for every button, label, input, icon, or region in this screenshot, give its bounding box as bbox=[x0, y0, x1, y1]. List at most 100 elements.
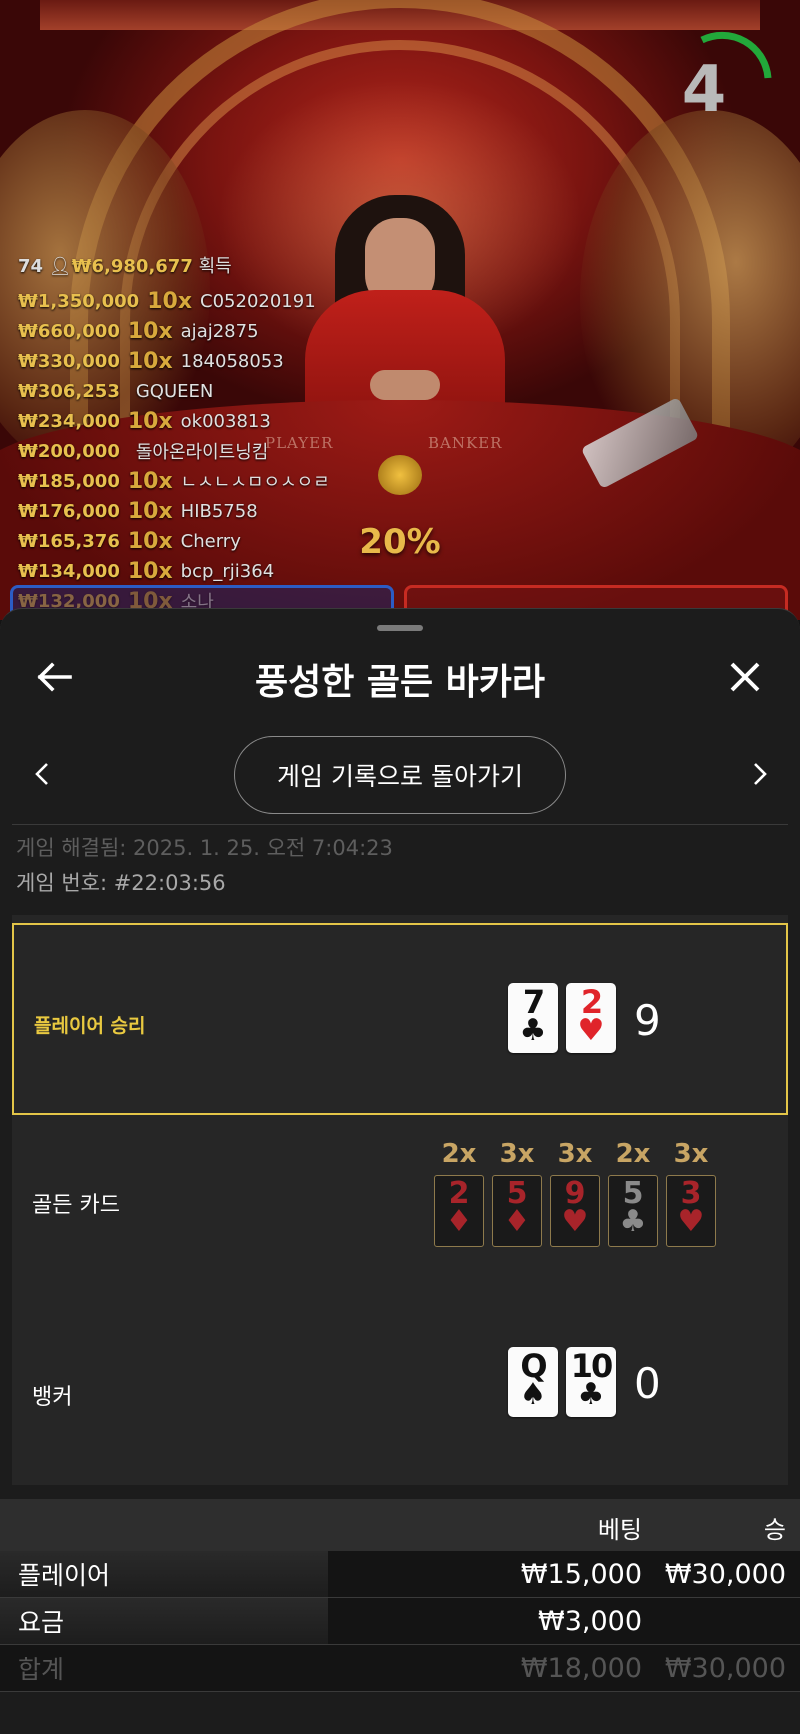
golden-multiplier: 2x bbox=[615, 1139, 651, 1169]
golden-cards-label: 골든 카드 bbox=[32, 1193, 120, 1218]
winners-list: ₩1,350,000 10x C052020191 ₩660,000 10x ajaj2… bbox=[18, 286, 330, 616]
winner-user: bcp_rji364 bbox=[180, 560, 275, 582]
winners-summary: 74 👤︎₩6,980,677 획득 bbox=[18, 252, 232, 278]
player-result-row: 플레이어 승리 7 ♣ 2 ♥ 9 bbox=[12, 923, 788, 1115]
bet-amount: ₩3,000 bbox=[538, 1606, 642, 1637]
previous-game-button[interactable] bbox=[22, 749, 62, 799]
winner-user: HIB5758 bbox=[180, 500, 258, 522]
winner-multiplier: 10x bbox=[127, 498, 173, 524]
next-game-button[interactable] bbox=[740, 749, 780, 799]
sheet-drag-handle[interactable] bbox=[377, 625, 423, 631]
game-history-sheet: 풍성한 골든 바카라 게임 기록으로 돌아가기 게임 해결됨: 2025. 1.… bbox=[0, 608, 800, 1734]
back-to-history-button[interactable]: 게임 기록으로 돌아가기 bbox=[234, 736, 566, 814]
game-resolved-time: 게임 해결됨: 2025. 1. 25. 오전 7:04:23 bbox=[16, 836, 393, 860]
winner-row: ₩176,000 10x HIB5758 bbox=[18, 496, 330, 526]
win-amount: ₩30,000 bbox=[664, 1559, 786, 1590]
winner-amount: ₩306,253 bbox=[18, 380, 120, 402]
dealer-hands bbox=[370, 370, 440, 400]
heart-suit-icon: ♥ bbox=[577, 1013, 605, 1048]
table-row: 플레이어 ₩15,000 ₩30,000 bbox=[0, 1551, 800, 1598]
winner-amount: ₩1,350,000 bbox=[18, 290, 140, 312]
total-row: 합계 ₩18,000 ₩30,000 bbox=[0, 1645, 800, 1692]
close-icon bbox=[730, 662, 760, 692]
winner-user: Cherry bbox=[180, 530, 241, 552]
chevron-right-icon bbox=[754, 763, 767, 785]
winner-amount: ₩134,000 bbox=[18, 560, 120, 582]
winner-row: ₩134,000 10x bcp_rji364 bbox=[18, 556, 330, 586]
person-icon: 👤︎ bbox=[48, 256, 72, 277]
diamond-suit-icon: ♦ bbox=[503, 1204, 531, 1239]
chip-stack bbox=[378, 455, 422, 495]
divider bbox=[12, 824, 788, 825]
total-label: 합계 bbox=[18, 1655, 65, 1684]
winner-user: ok003813 bbox=[180, 410, 271, 432]
winner-multiplier: 10x bbox=[127, 408, 173, 434]
winner-row: ₩200,000 돌아온라이트닝킴 bbox=[18, 436, 330, 466]
winner-user: ajaj2875 bbox=[180, 320, 259, 342]
winner-multiplier: 10x bbox=[127, 558, 173, 584]
golden-card: 5 ♣ bbox=[608, 1175, 658, 1247]
winner-amount: ₩330,000 bbox=[18, 350, 120, 372]
bet-column-header: 베팅 bbox=[597, 1516, 642, 1544]
club-suit-icon: ♣ bbox=[519, 1013, 547, 1048]
table-label-banker: BANKER bbox=[428, 434, 503, 452]
golden-multiplier: 3x bbox=[673, 1139, 709, 1169]
winner-row: ₩330,000 10x 184058053 bbox=[18, 346, 330, 376]
chevron-left-icon bbox=[35, 763, 48, 785]
winners-suffix: 획득 bbox=[198, 256, 232, 277]
winner-row: ₩234,000 10x ok003813 bbox=[18, 406, 330, 436]
winner-multiplier: 10x bbox=[127, 468, 173, 494]
bet-name: 플레이어 bbox=[0, 1551, 328, 1597]
banker-card: 10 ♣ bbox=[566, 1347, 616, 1417]
golden-card: 2 ♦ bbox=[434, 1175, 484, 1247]
club-suit-icon: ♣ bbox=[577, 1377, 605, 1412]
winner-user: ㄴㅅㄴㅅㅁㅇㅅㅇㄹ bbox=[180, 472, 330, 493]
golden-multiplier: 3x bbox=[557, 1139, 593, 1169]
winner-multiplier: 10x bbox=[127, 348, 173, 374]
bets-table: 베팅 승 플레이어 ₩15,000 ₩30,000 요금 ₩3,000 합계 ₩… bbox=[0, 1499, 800, 1692]
winner-amount: ₩200,000 bbox=[18, 440, 120, 462]
player-win-label: 플레이어 승리 bbox=[34, 1015, 146, 1037]
back-button[interactable] bbox=[30, 649, 80, 705]
player-card: 2 ♥ bbox=[566, 983, 616, 1053]
winner-multiplier: 10x bbox=[147, 288, 193, 314]
winner-multiplier: 10x bbox=[127, 318, 173, 344]
winner-row: ₩185,000 10x ㄴㅅㄴㅅㅁㅇㅅㅇㄹ bbox=[18, 466, 330, 496]
player-total: 9 bbox=[634, 996, 661, 1045]
player-card: 7 ♣ bbox=[508, 983, 558, 1053]
percent-indicator: 20% bbox=[359, 522, 441, 562]
winner-row: ₩165,376 10x Cherry bbox=[18, 526, 330, 556]
winner-row: ₩306,253 GQUEEN bbox=[18, 376, 330, 406]
golden-card: 9 ♥ bbox=[550, 1175, 600, 1247]
bets-table-header: 베팅 승 bbox=[0, 1499, 800, 1551]
winner-amount: ₩165,376 bbox=[18, 530, 120, 552]
winners-total: ₩6,980,677 bbox=[71, 256, 193, 277]
winner-user: C052020191 bbox=[200, 290, 316, 312]
close-button[interactable] bbox=[720, 649, 770, 705]
spade-suit-icon: ♠ bbox=[519, 1377, 547, 1412]
winner-user: 184058053 bbox=[180, 350, 284, 372]
winners-count: 74 bbox=[18, 256, 44, 277]
banker-total: 0 bbox=[634, 1359, 661, 1408]
table-row: 요금 ₩3,000 bbox=[0, 1598, 800, 1645]
winner-row: ₩1,350,000 10x C052020191 bbox=[18, 286, 330, 316]
bet-name: 요금 bbox=[0, 1598, 328, 1644]
winner-row: ₩660,000 10x ajaj2875 bbox=[18, 316, 330, 346]
winner-amount: ₩234,000 bbox=[18, 410, 120, 432]
club-suit-icon: ♣ bbox=[619, 1204, 647, 1239]
winner-user: GQUEEN bbox=[135, 380, 214, 402]
golden-card: 5 ♦ bbox=[492, 1175, 542, 1247]
golden-card: 3 ♥ bbox=[666, 1175, 716, 1247]
total-win-amount: ₩30,000 bbox=[664, 1653, 786, 1684]
golden-multiplier: 2x bbox=[441, 1139, 477, 1169]
winner-amount: ₩176,000 bbox=[18, 500, 120, 522]
countdown-timer: 4 bbox=[681, 53, 727, 127]
heart-suit-icon: ♥ bbox=[561, 1204, 589, 1239]
arrow-left-icon bbox=[37, 662, 72, 692]
game-number: 게임 번호: #22:03:56 bbox=[16, 871, 226, 895]
winner-amount: ₩185,000 bbox=[18, 470, 120, 492]
winner-multiplier: 10x bbox=[127, 528, 173, 554]
golden-multiplier: 3x bbox=[499, 1139, 535, 1169]
banker-label: 뱅커 bbox=[32, 1385, 73, 1410]
winner-amount: ₩660,000 bbox=[18, 320, 120, 342]
